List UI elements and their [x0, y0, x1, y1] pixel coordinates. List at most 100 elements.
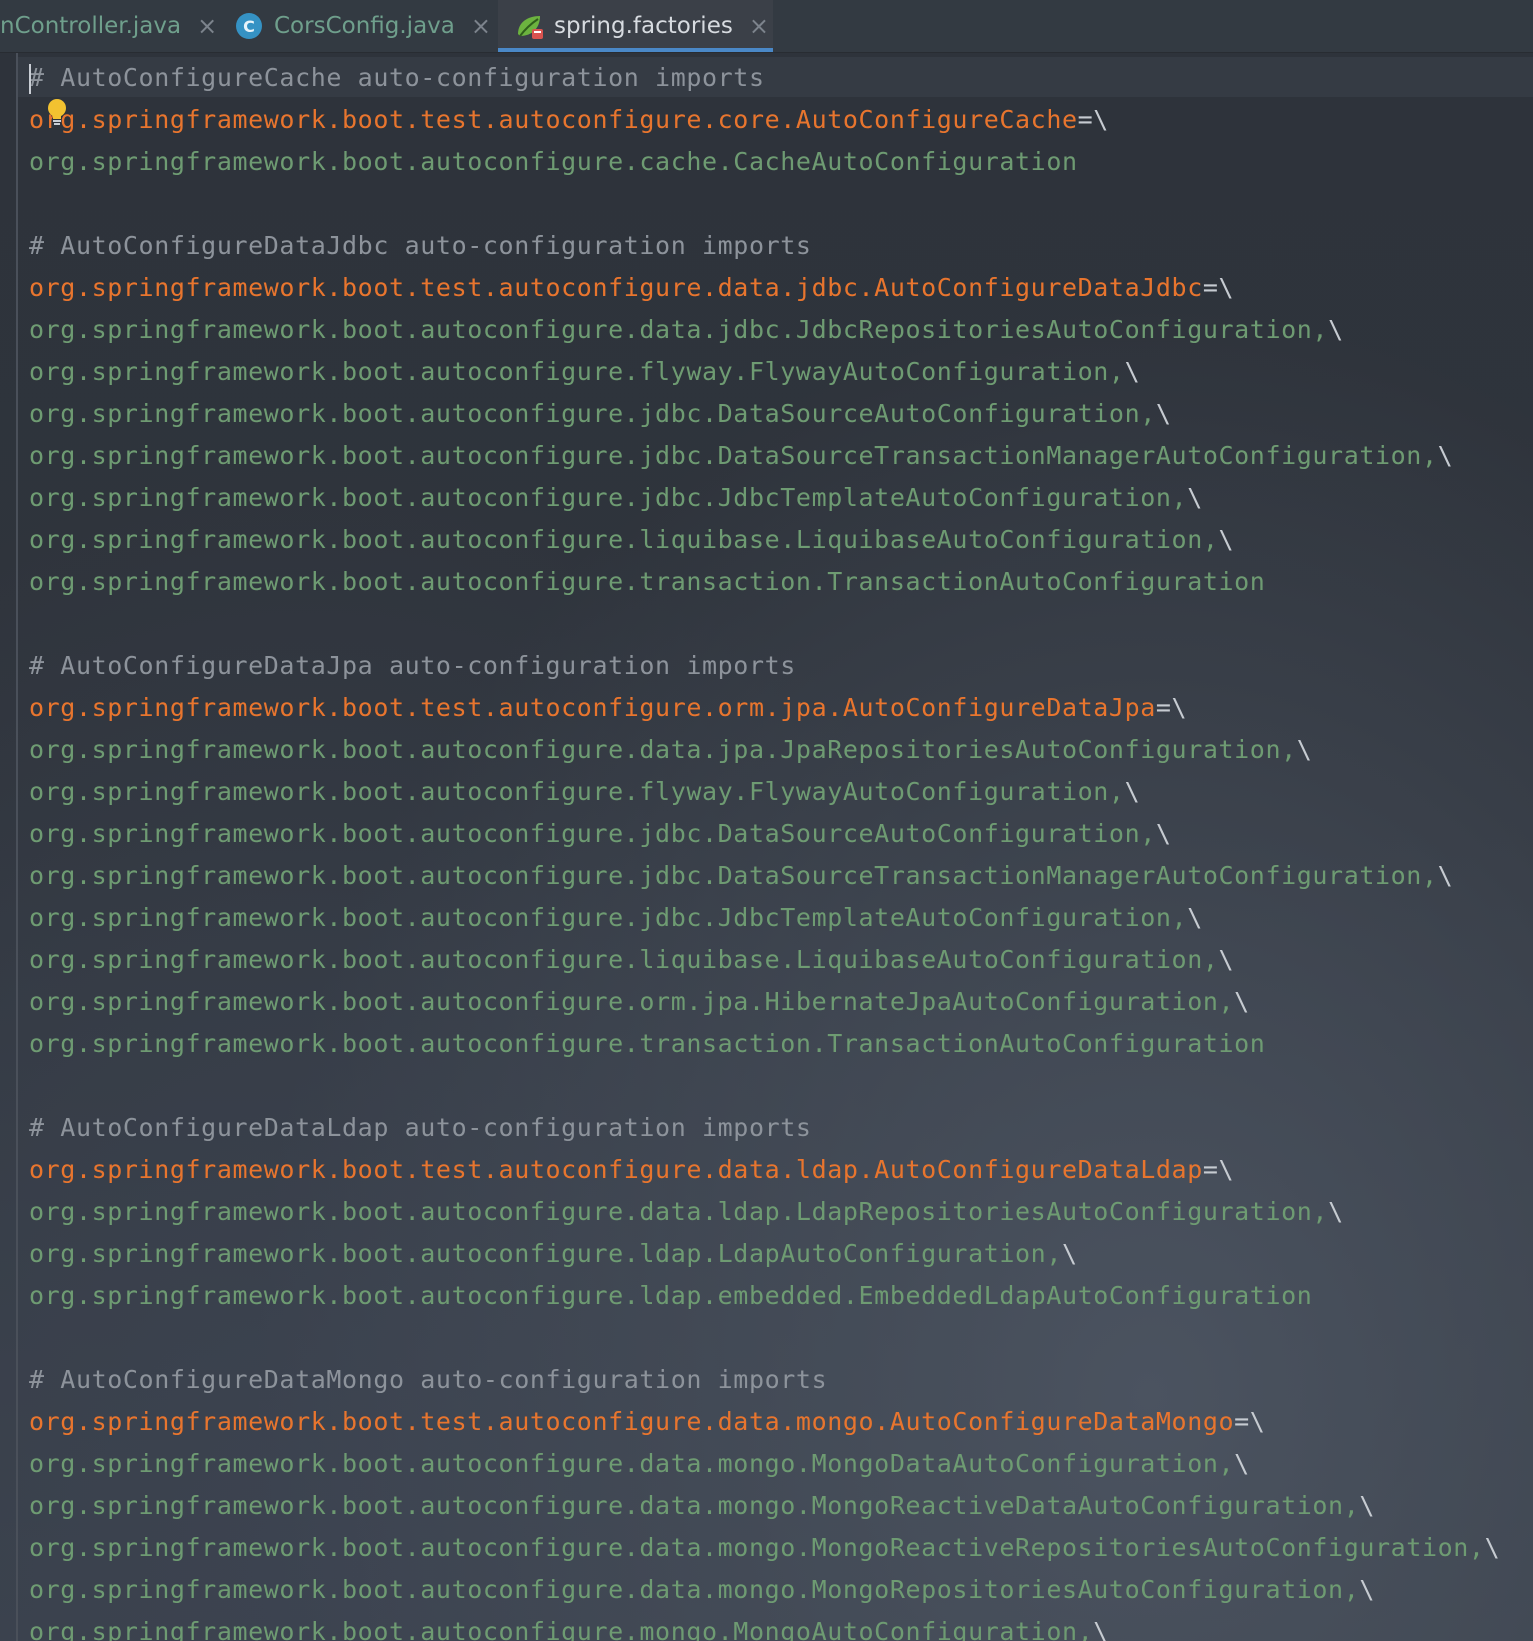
code-text: org.springframework.boot.test.autoconfig… — [29, 1155, 1203, 1184]
code-text: org.springframework.boot.test.autoconfig… — [29, 105, 1078, 134]
property-key-line[interactable]: org.springframework.boot.test.autoconfig… — [29, 687, 1500, 729]
line-continuation: \ — [1218, 525, 1235, 554]
code-text: org.springframework.boot.autoconfigure.j… — [29, 441, 1438, 470]
property-value-line[interactable]: org.springframework.boot.autoconfigure.d… — [29, 309, 1500, 351]
code-text: org.springframework.boot.autoconfigure.t… — [29, 1029, 1266, 1058]
line-continuation: =\ — [1202, 1155, 1235, 1184]
code-text: org.springframework.boot.autoconfigure.l… — [29, 1239, 1062, 1268]
property-value-line[interactable]: org.springframework.boot.autoconfigure.d… — [29, 1485, 1500, 1527]
property-value-line[interactable]: org.springframework.boot.autoconfigure.t… — [29, 561, 1500, 603]
comment-line[interactable]: # AutoConfigureDataJpa auto-configuratio… — [29, 645, 1500, 687]
line-continuation: \ — [1437, 441, 1454, 470]
line-continuation: \ — [1124, 777, 1141, 806]
code-text: org.springframework.boot.autoconfigure.l… — [29, 525, 1219, 554]
tab-spring-factories[interactable]: spring.factories × — [498, 0, 773, 52]
property-key-line[interactable]: org.springframework.boot.test.autoconfig… — [29, 1401, 1500, 1443]
line-continuation: \ — [1328, 315, 1344, 344]
line-continuation: \ — [1155, 399, 1172, 428]
code-text: org.springframework.boot.autoconfigure.o… — [29, 987, 1235, 1016]
code-text: org.springframework.boot.autoconfigure.j… — [29, 903, 1188, 932]
property-value-line[interactable]: org.springframework.boot.autoconfigure.d… — [29, 1443, 1500, 1485]
code-text: # AutoConfigureCache auto-configuration … — [29, 63, 765, 92]
property-value-line[interactable]: org.springframework.boot.autoconfigure.l… — [29, 519, 1500, 561]
property-value-line[interactable]: org.springframework.boot.autoconfigure.d… — [29, 1527, 1500, 1569]
property-value-line[interactable]: org.springframework.boot.autoconfigure.m… — [29, 1611, 1500, 1641]
line-continuation: \ — [1093, 1617, 1109, 1641]
code-text: org.springframework.boot.autoconfigure.c… — [29, 147, 1078, 176]
property-value-line[interactable]: org.springframework.boot.autoconfigure.j… — [29, 435, 1500, 477]
gutter-divider — [16, 53, 18, 1641]
line-continuation: =\ — [1234, 1407, 1266, 1436]
tab-label: spring.factories — [554, 13, 733, 39]
blank-line[interactable] — [29, 1065, 1500, 1107]
code-text: org.springframework.boot.autoconfigure.f… — [29, 777, 1125, 806]
line-continuation: =\ — [1202, 273, 1235, 302]
close-icon[interactable]: × — [471, 12, 491, 40]
property-value-line[interactable]: org.springframework.boot.autoconfigure.o… — [29, 981, 1500, 1023]
close-icon[interactable]: × — [197, 12, 217, 40]
code-text: org.springframework.boot.autoconfigure.j… — [29, 861, 1438, 890]
code-editor[interactable]: # AutoConfigureCache auto-configuration … — [0, 53, 1533, 1641]
close-icon[interactable]: × — [749, 12, 769, 40]
code-text: # AutoConfigureDataJdbc auto-configurati… — [29, 231, 812, 260]
line-continuation: \ — [1234, 1449, 1250, 1478]
ide-window: nController.java × C CorsConfig.java × s… — [0, 0, 1533, 1641]
code-text: org.springframework.boot.autoconfigure.d… — [29, 1197, 1329, 1226]
comment-line[interactable]: # AutoConfigureDataMongo auto-configurat… — [29, 1359, 1500, 1401]
code-text: org.springframework.boot.autoconfigure.m… — [29, 1617, 1094, 1641]
code-text: org.springframework.boot.autoconfigure.d… — [29, 1449, 1235, 1478]
code-text: org.springframework.boot.autoconfigure.l… — [29, 1281, 1313, 1310]
code-text: org.springframework.boot.test.autoconfig… — [29, 273, 1203, 302]
code-text: # AutoConfigureDataLdap auto-configurati… — [29, 1113, 812, 1142]
property-value-line[interactable]: org.springframework.boot.autoconfigure.l… — [29, 939, 1500, 981]
code-lines[interactable]: # AutoConfigureCache auto-configuration … — [29, 57, 1500, 1641]
property-key-line[interactable]: org.springframework.boot.test.autoconfig… — [29, 267, 1500, 309]
property-value-line[interactable]: org.springframework.boot.autoconfigure.l… — [29, 1275, 1500, 1317]
comment-line[interactable]: # AutoConfigureDataJdbc auto-configurati… — [29, 225, 1500, 267]
code-text: org.springframework.boot.autoconfigure.l… — [29, 945, 1219, 974]
property-value-line[interactable]: org.springframework.boot.autoconfigure.j… — [29, 897, 1500, 939]
blank-line[interactable] — [29, 603, 1500, 645]
property-value-line[interactable]: org.springframework.boot.autoconfigure.f… — [29, 771, 1500, 813]
line-continuation: \ — [1061, 1239, 1078, 1268]
comment-line[interactable]: # AutoConfigureDataLdap auto-configurati… — [29, 1107, 1500, 1149]
code-text: org.springframework.boot.autoconfigure.d… — [29, 1575, 1360, 1604]
code-text: org.springframework.boot.autoconfigure.j… — [29, 819, 1156, 848]
lightbulb-icon[interactable] — [46, 98, 68, 126]
property-key-line[interactable]: org.springframework.boot.test.autoconfig… — [29, 1149, 1500, 1191]
blank-line[interactable] — [29, 183, 1500, 225]
java-class-icon: C — [236, 13, 262, 39]
property-value-line[interactable]: org.springframework.boot.autoconfigure.j… — [29, 813, 1500, 855]
code-text: org.springframework.boot.autoconfigure.j… — [29, 399, 1156, 428]
spring-leaf-icon — [518, 16, 543, 39]
line-continuation: \ — [1484, 1533, 1501, 1562]
property-value-line[interactable]: org.springframework.boot.autoconfigure.d… — [29, 729, 1500, 771]
tab-cors-config-java[interactable]: C CorsConfig.java × — [236, 0, 491, 52]
code-text: org.springframework.boot.test.autoconfig… — [29, 693, 1156, 722]
code-text: org.springframework.boot.autoconfigure.f… — [29, 357, 1125, 386]
code-text: org.springframework.boot.autoconfigure.d… — [29, 315, 1329, 344]
tab-label: nController.java — [0, 13, 182, 39]
code-text: # AutoConfigureDataMongo auto-configurat… — [29, 1365, 828, 1394]
property-value-line[interactable]: org.springframework.boot.autoconfigure.d… — [29, 1569, 1500, 1611]
blank-line[interactable] — [29, 1317, 1500, 1359]
tab-label: CorsConfig.java — [274, 13, 455, 39]
property-value-line[interactable]: org.springframework.boot.autoconfigure.t… — [29, 1023, 1500, 1065]
comment-line[interactable]: # AutoConfigureCache auto-configuration … — [29, 57, 1500, 99]
property-value-line[interactable]: org.springframework.boot.autoconfigure.d… — [29, 1191, 1500, 1233]
tab-controller-java[interactable]: nController.java × — [0, 0, 217, 52]
property-key-line[interactable]: org.springframework.boot.test.autoconfig… — [29, 99, 1500, 141]
line-continuation: \ — [1155, 819, 1172, 848]
property-value-line[interactable]: org.springframework.boot.autoconfigure.c… — [29, 141, 1500, 183]
line-continuation: \ — [1359, 1575, 1376, 1604]
line-continuation: \ — [1234, 987, 1250, 1016]
line-continuation: \ — [1124, 357, 1141, 386]
line-continuation: \ — [1296, 735, 1313, 764]
property-value-line[interactable]: org.springframework.boot.autoconfigure.j… — [29, 477, 1500, 519]
property-value-line[interactable]: org.springframework.boot.autoconfigure.j… — [29, 855, 1500, 897]
line-continuation: \ — [1218, 945, 1235, 974]
line-continuation: \ — [1328, 1197, 1344, 1226]
property-value-line[interactable]: org.springframework.boot.autoconfigure.j… — [29, 393, 1500, 435]
property-value-line[interactable]: org.springframework.boot.autoconfigure.f… — [29, 351, 1500, 393]
property-value-line[interactable]: org.springframework.boot.autoconfigure.l… — [29, 1233, 1500, 1275]
